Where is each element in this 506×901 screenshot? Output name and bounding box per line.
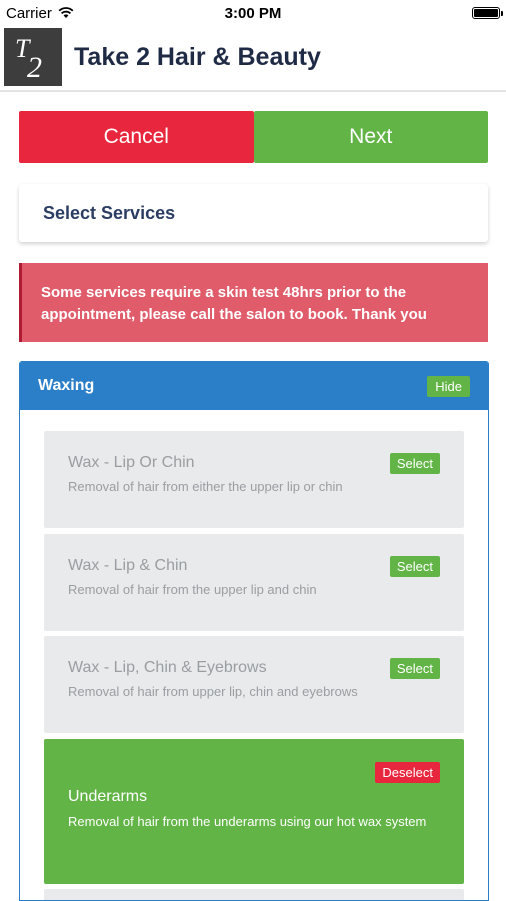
service-name: Wax - Lip, Chin & Eyebrows <box>68 659 267 676</box>
service-description: Removal of hair from either the upper li… <box>68 479 343 494</box>
skin-test-notice: Some services require a skin test 48hrs … <box>19 263 488 342</box>
section-title-card: Select Services <box>19 184 488 242</box>
salon-logo: T 2 <box>4 28 62 86</box>
service-description: Removal of hair from the upper lip and c… <box>68 582 317 597</box>
service-description: Removal of hair from the underarms using… <box>68 814 427 829</box>
carrier-group: Carrier <box>6 5 74 22</box>
status-bar: Carrier 3:00 PM <box>0 0 506 26</box>
service-description: Removal of hair from upper lip, chin and… <box>68 684 358 699</box>
service-name: Underarms <box>68 788 148 805</box>
logo-mark: T 2 <box>15 34 42 83</box>
action-bar: Cancel Next <box>19 111 488 163</box>
service-name: Wax - Lip Or Chin <box>68 454 195 471</box>
section-title: Select Services <box>43 202 176 223</box>
app-header: T 2 Take 2 Hair & Beauty <box>0 26 506 92</box>
svg-text:2: 2 <box>27 51 42 83</box>
select-button[interactable]: Select <box>389 556 440 577</box>
category-name: Waxing <box>38 377 95 394</box>
category-header[interactable]: Waxing Hide <box>20 362 488 410</box>
next-button[interactable]: Next <box>253 111 488 163</box>
service-name: Wax - Lip & Chin <box>68 557 188 574</box>
battery-icon <box>472 7 503 19</box>
service-item[interactable]: Wax - Lip, Chin & Eyebrows Removal of ha… <box>44 636 464 733</box>
select-button[interactable]: Select <box>389 658 440 679</box>
service-item[interactable]: Wax - Lip Or Chin Removal of hair from e… <box>44 431 464 528</box>
service-item-partial[interactable] <box>44 889 464 900</box>
service-item[interactable]: Wax - Lip & Chin Removal of hair from th… <box>44 534 464 631</box>
battery-level <box>474 9 498 17</box>
app-title: Take 2 Hair & Beauty <box>74 43 321 71</box>
hide-button[interactable]: Hide <box>427 375 470 397</box>
deselect-button[interactable]: Deselect <box>375 762 440 783</box>
carrier-label: Carrier <box>6 4 52 22</box>
cancel-button[interactable]: Cancel <box>19 111 254 163</box>
service-item-selected[interactable]: Underarms Removal of hair from the under… <box>44 739 464 884</box>
wifi-icon <box>58 7 74 18</box>
status-time: 3:00 PM <box>224 4 282 22</box>
select-button[interactable]: Select <box>389 453 440 474</box>
category-waxing: Waxing Hide Wax - Lip Or Chin Removal of… <box>19 361 489 901</box>
